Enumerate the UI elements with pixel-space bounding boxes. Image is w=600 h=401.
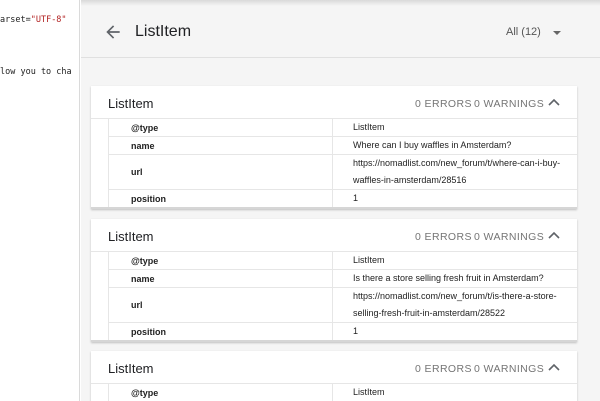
chevron-up-icon[interactable]: [548, 97, 560, 107]
property-key: @type: [108, 384, 333, 401]
property-key: name: [108, 136, 333, 155]
property-key: @type: [108, 252, 333, 270]
error-count: 0 ERRORS: [415, 98, 472, 110]
warning-count: 0 WARNINGS: [474, 231, 545, 243]
code-editor-pane: arset="UTF-8" low you to cha: [0, 0, 80, 401]
table-row: url https://nomadlist.com/new_forum/t/is…: [108, 287, 577, 323]
page-title: ListItem: [135, 23, 192, 40]
property-value: https://nomadlist.com/new_forum/t/where-…: [332, 154, 577, 190]
table-row: position 1: [108, 322, 577, 340]
code-string: "UTF-8": [30, 15, 67, 25]
properties-table: @type ListItem: [108, 384, 577, 401]
property-key: @type: [108, 119, 333, 137]
item-card: ListItem 0 ERRORS 0 WARNINGS @type ListI…: [91, 219, 577, 342]
property-value: ListItem: [332, 384, 577, 401]
card-title: ListItem: [108, 96, 154, 111]
property-key: url: [108, 154, 333, 190]
table-row: @type ListItem: [108, 252, 577, 270]
property-value: 1: [332, 322, 577, 340]
property-value: 1: [332, 189, 577, 207]
property-key: position: [108, 189, 333, 207]
card-divider: [91, 340, 577, 342]
code-line-charset: arset="UTF-8": [0, 15, 67, 25]
item-card: ListItem 0 ERRORS 0 WARNINGS @type ListI…: [91, 351, 577, 401]
url-line: waffles-in-amsterdam/28516: [353, 175, 467, 185]
card-header[interactable]: ListItem 0 ERRORS 0 WARNINGS: [91, 219, 577, 252]
warning-count: 0 WARNINGS: [474, 98, 545, 110]
property-value: ListItem: [332, 119, 577, 137]
table-row: url https://nomadlist.com/new_forum/t/wh…: [108, 154, 577, 190]
property-value: https://nomadlist.com/new_forum/t/is-the…: [332, 287, 577, 323]
panel-header: ListItem All (12): [81, 6, 600, 58]
property-value: Is there a store selling fresh fruit in …: [332, 269, 577, 288]
card-title: ListItem: [108, 361, 154, 376]
properties-table: @type ListItem name Where can I buy waff…: [108, 119, 577, 207]
chevron-up-icon[interactable]: [548, 362, 560, 372]
table-row: @type ListItem: [108, 384, 577, 401]
url-line: https://nomadlist.com/new_forum/t/where-…: [353, 158, 561, 168]
url-line: https://nomadlist.com/new_forum/t/is-the…: [353, 291, 557, 301]
filter-dropdown[interactable]: All (12): [496, 21, 566, 43]
url-line: selling-fresh-fruit-in-amsterdam/28522: [353, 308, 506, 318]
property-value: ListItem: [332, 252, 577, 270]
filter-label: All (12): [506, 26, 541, 38]
properties-table: @type ListItem name Is there a store sel…: [108, 252, 577, 340]
table-row: position 1: [108, 189, 577, 207]
table-row: name Is there a store selling fresh frui…: [108, 269, 577, 288]
table-row: @type ListItem: [108, 119, 577, 137]
property-value: Where can I buy waffles in Amsterdam?: [332, 136, 577, 155]
property-key: position: [108, 322, 333, 340]
chevron-up-icon[interactable]: [548, 230, 560, 240]
structured-data-panel: ListItem All (12) ListItem 0 ERRORS 0 WA…: [81, 0, 600, 401]
card-header[interactable]: ListItem 0 ERRORS 0 WARNINGS: [91, 351, 577, 384]
card-divider: [91, 207, 577, 209]
error-count: 0 ERRORS: [415, 363, 472, 375]
error-count: 0 ERRORS: [415, 231, 472, 243]
warning-count: 0 WARNINGS: [474, 363, 545, 375]
code-text: arset=: [0, 15, 31, 25]
card-header[interactable]: ListItem 0 ERRORS 0 WARNINGS: [91, 86, 577, 119]
property-key: name: [108, 269, 333, 288]
table-row: name Where can I buy waffles in Amsterda…: [108, 136, 577, 155]
item-card: ListItem 0 ERRORS 0 WARNINGS @type ListI…: [91, 86, 577, 209]
code-line-comment: low you to cha: [0, 67, 72, 77]
caret-down-icon: [553, 31, 561, 35]
card-title: ListItem: [108, 229, 154, 244]
arrow-back-icon[interactable]: [103, 22, 123, 42]
property-key: url: [108, 287, 333, 323]
